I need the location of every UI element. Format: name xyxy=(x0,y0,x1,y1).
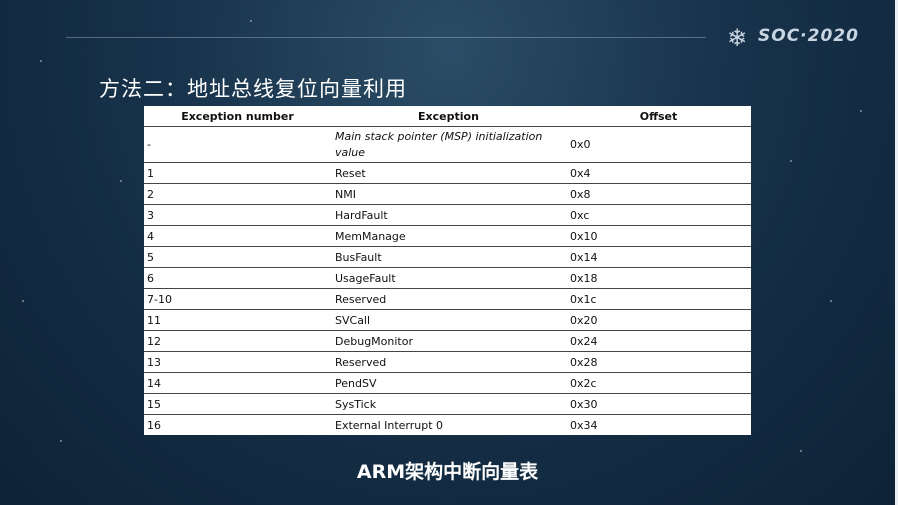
slide-title: 方法二：地址总线复位向量利用 xyxy=(99,77,407,101)
table-row: 1 Reset 0x4 xyxy=(144,162,751,184)
cell-number: 14 xyxy=(144,372,331,394)
cell-offset: 0x8 xyxy=(566,183,751,205)
cell-exception: UsageFault xyxy=(331,267,566,289)
table-row: 6 UsageFault 0x18 xyxy=(144,267,751,289)
cell-number: 15 xyxy=(144,393,331,415)
table-row: 3 HardFault 0xc xyxy=(144,204,751,226)
table-row: 5 BusFault 0x14 xyxy=(144,246,751,268)
cell-offset: 0x18 xyxy=(566,267,751,289)
background-star xyxy=(120,180,122,182)
table-row: 2 NMI 0x8 xyxy=(144,183,751,205)
brand-logo: SOC·2020 xyxy=(758,26,859,46)
cell-offset: 0x14 xyxy=(566,246,751,268)
header-divider xyxy=(66,37,706,38)
background-star xyxy=(800,450,802,452)
cell-number: 5 xyxy=(144,246,331,268)
cell-offset: 0x24 xyxy=(566,330,751,352)
cell-exception: DebugMonitor xyxy=(331,330,566,352)
table-row: 11 SVCall 0x20 xyxy=(144,309,751,331)
cell-offset: 0x2c xyxy=(566,372,751,394)
cell-offset: 0x0 xyxy=(566,126,751,163)
cell-number: 6 xyxy=(144,267,331,289)
cell-exception: BusFault xyxy=(331,246,566,268)
cell-offset: 0xc xyxy=(566,204,751,226)
cell-exception: MemManage xyxy=(331,225,566,247)
table-caption: ARM架构中断向量表 xyxy=(356,461,539,483)
background-star xyxy=(790,160,792,162)
table-row: - Main stack pointer (MSP) initializatio… xyxy=(144,126,751,163)
cell-exception: HardFault xyxy=(331,204,566,226)
table-row: 14 PendSV 0x2c xyxy=(144,372,751,394)
cell-offset: 0x28 xyxy=(566,351,751,373)
cell-exception: SysTick xyxy=(331,393,566,415)
cell-exception: SVCall xyxy=(331,309,566,331)
column-header-offset: Offset xyxy=(566,106,751,127)
cell-exception: Main stack pointer (MSP) initialization … xyxy=(331,126,566,163)
table-row: 7-10 Reserved 0x1c xyxy=(144,288,751,310)
cell-number: 4 xyxy=(144,225,331,247)
table-row: 12 DebugMonitor 0x24 xyxy=(144,330,751,352)
cell-number: 11 xyxy=(144,309,331,331)
cell-exception: Reserved xyxy=(331,351,566,373)
cell-number: 3 xyxy=(144,204,331,226)
cell-offset: 0x30 xyxy=(566,393,751,415)
background-star xyxy=(60,440,62,442)
cell-offset: 0x10 xyxy=(566,225,751,247)
table-row: 4 MemManage 0x10 xyxy=(144,225,751,247)
background-star xyxy=(250,20,252,22)
cell-exception: Reset xyxy=(331,162,566,184)
background-star xyxy=(830,300,832,302)
cell-number: 1 xyxy=(144,162,331,184)
background-star xyxy=(22,300,24,302)
snowflake-icon: ❄ xyxy=(726,24,748,52)
cell-offset: 0x20 xyxy=(566,309,751,331)
column-header-number: Exception number xyxy=(144,106,331,127)
cell-number: 7-10 xyxy=(144,288,331,310)
cell-exception: Reserved xyxy=(331,288,566,310)
table-row: 16 External Interrupt 0 0x34 xyxy=(144,415,751,436)
background-star xyxy=(40,60,42,62)
cell-number: 13 xyxy=(144,351,331,373)
table-header-row: Exception number Exception Offset xyxy=(144,106,751,127)
table-row: 15 SysTick 0x30 xyxy=(144,393,751,415)
cell-number: 12 xyxy=(144,330,331,352)
cell-offset: 0x1c xyxy=(566,288,751,310)
cell-offset: 0x4 xyxy=(566,162,751,184)
cell-offset: 0x34 xyxy=(570,418,598,432)
cell-exception: PendSV xyxy=(331,372,566,394)
vector-table: Exception number Exception Offset - Main… xyxy=(144,106,751,435)
table-row: 13 Reserved 0x28 xyxy=(144,351,751,373)
cell-number: - xyxy=(144,126,331,163)
background-star xyxy=(860,110,862,112)
cell-number: 16 xyxy=(147,418,161,432)
cell-exception: NMI xyxy=(331,183,566,205)
cell-number: 2 xyxy=(144,183,331,205)
column-header-exception: Exception xyxy=(331,106,566,127)
cell-exception: External Interrupt 0 xyxy=(335,418,444,432)
